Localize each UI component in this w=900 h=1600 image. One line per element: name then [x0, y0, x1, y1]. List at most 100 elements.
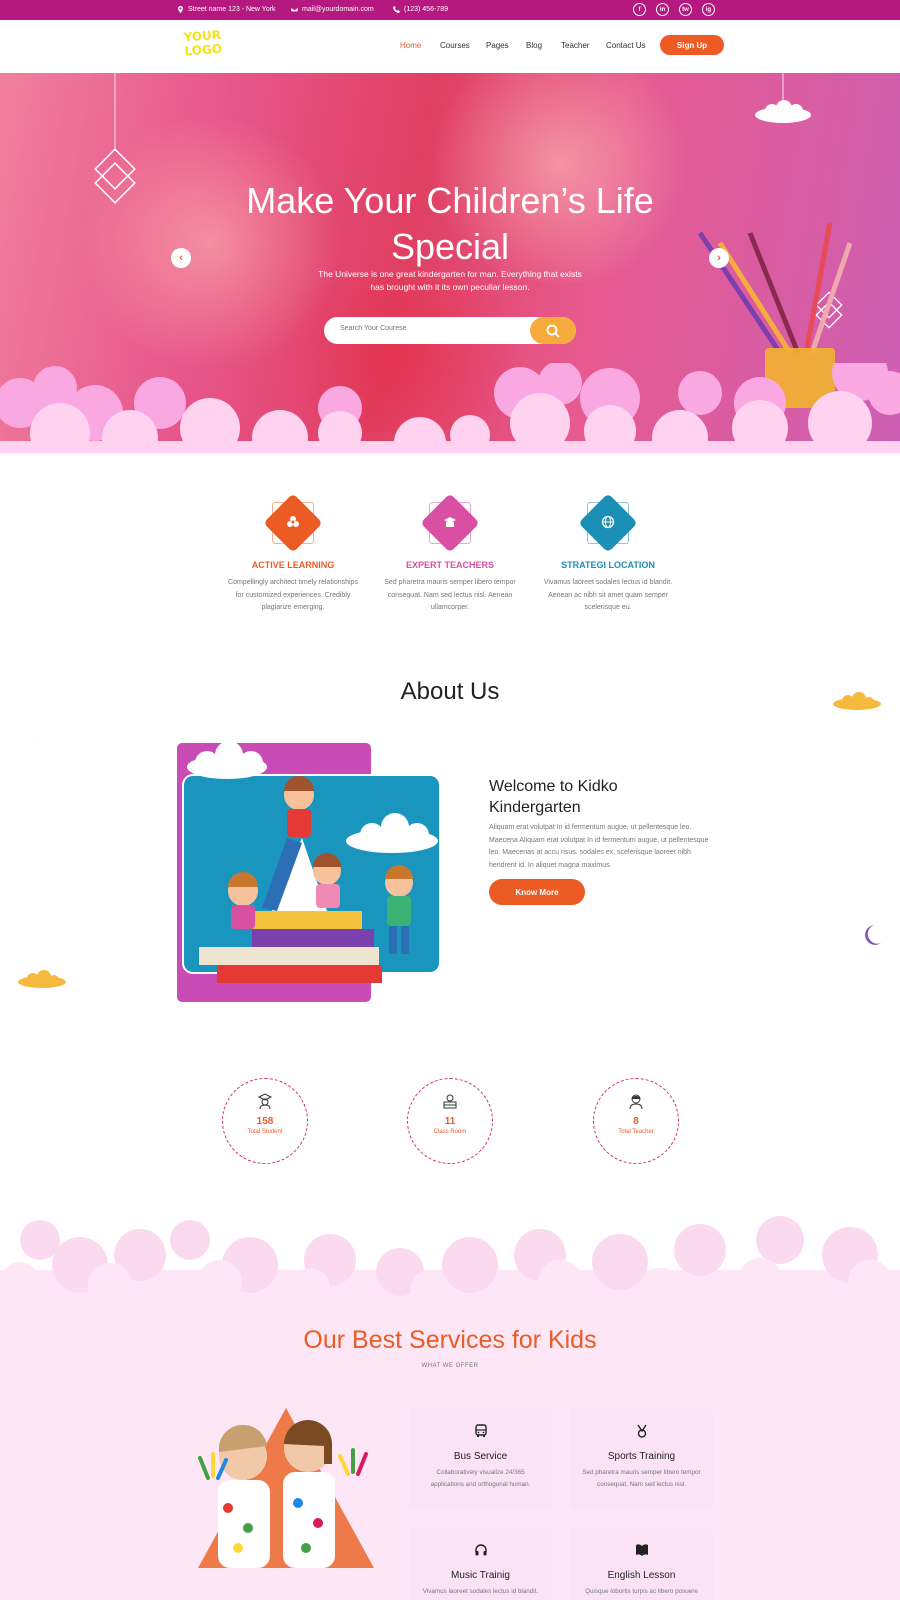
stat-total-teacher: 8 Total Teacher: [593, 1078, 679, 1164]
site-logo[interactable]: YOUR LOGO: [183, 28, 222, 59]
linkedin-icon[interactable]: in: [656, 3, 669, 16]
chevron-right-icon: ›: [717, 252, 721, 264]
search-icon: [546, 324, 560, 338]
slider-next-button[interactable]: ›: [709, 248, 729, 268]
cloud-decoration: [18, 970, 66, 988]
feature-expert-teachers: EXPERT TEACHERS Sed pharetra mauris semp…: [380, 493, 520, 615]
feature-icon-badge: [578, 493, 638, 553]
course-search-input[interactable]: [340, 325, 520, 332]
service-card-sports[interactable]: Sports Training Sed pharetra mauris semp…: [570, 1408, 713, 1508]
feature-text: Compellingly architect timely relationsh…: [228, 579, 358, 611]
kids-painted-hands-photo: [198, 1408, 374, 1568]
nav-courses[interactable]: Courses: [440, 41, 470, 50]
nav-teacher[interactable]: Teacher: [561, 41, 589, 50]
hero-title-line-1: Make Your Children’s Life: [246, 180, 654, 221]
service-card-music[interactable]: Music Trainig Vivamus laoreet sodales le…: [409, 1527, 552, 1600]
map-pin-icon: [178, 6, 183, 13]
hero-clouds-decoration: [0, 363, 900, 453]
feature-icon-badge: [263, 493, 323, 553]
moon-decoration: [865, 925, 881, 945]
classroom-icon: [443, 1094, 457, 1109]
feature-strategi-location: STRATEGI LOCATION Vivamus laoreet sodale…: [538, 493, 678, 615]
know-more-button[interactable]: Know More: [489, 879, 585, 905]
main-nav: YOUR LOGO Home Courses Pages Blog Teache…: [0, 20, 900, 73]
feature-title: ACTIVE LEARNING: [251, 560, 335, 570]
service-card-text: Vivamus laoreet sodales lectus id blandi…: [422, 1588, 539, 1595]
hanging-cloud-decoration: [755, 73, 811, 123]
kids-reading-illustration: [177, 743, 440, 1002]
feature-title: STRATEGI LOCATION: [561, 560, 655, 570]
about-heading-line-1: Welcome to Kidko: [489, 778, 618, 795]
course-search: [324, 317, 576, 344]
hero-subtitle: The Universe is one great kindergarten f…: [310, 268, 590, 294]
about-heading-line-2: Kindergarten: [489, 799, 581, 816]
slider-prev-button[interactable]: ‹: [171, 248, 191, 268]
feature-title: EXPERT TEACHERS: [405, 560, 494, 570]
feature-icon-badge: [420, 493, 480, 553]
instagram-icon[interactable]: ig: [702, 3, 715, 16]
nav-blog[interactable]: Blog: [526, 41, 542, 50]
email-info[interactable]: mail@yourdomain.com: [291, 6, 374, 13]
services-subtitle: WHAT WE OFFER: [421, 1363, 479, 1369]
twitter-icon[interactable]: tw: [679, 3, 692, 16]
service-card-title: English Lesson: [607, 1570, 676, 1581]
search-button[interactable]: [530, 317, 576, 344]
stat-label: Total Student: [247, 1129, 283, 1135]
facebook-icon[interactable]: f: [633, 3, 646, 16]
stat-value: 8: [633, 1116, 639, 1127]
stat-label: Class Room: [433, 1129, 467, 1135]
stat-total-student: 158 Total Student: [222, 1078, 308, 1164]
feature-text: Sed pharetra mauris semper libero tempor…: [384, 579, 516, 611]
nav-contact-us[interactable]: Contact Us: [606, 41, 646, 50]
stat-value: 11: [444, 1116, 456, 1127]
address-info: Street name 123 - New York: [177, 6, 276, 13]
student-icon: [257, 1093, 273, 1110]
headphones-icon: [474, 1544, 487, 1556]
graduate-icon: [444, 517, 456, 527]
hero-title-line-2: Special: [390, 226, 510, 267]
address-text: Street name 123 - New York: [188, 6, 276, 13]
mail-icon: [291, 7, 298, 12]
sign-up-button[interactable]: Sign Up: [660, 35, 724, 55]
globe-icon: [601, 515, 615, 529]
nav-pages[interactable]: Pages: [486, 41, 509, 50]
atom-icon: [287, 516, 299, 527]
phone-info[interactable]: (123) 456-789: [393, 6, 448, 13]
stat-value: 158: [256, 1116, 274, 1127]
service-card-bus[interactable]: Bus Service Collaboratively visualize 24…: [409, 1408, 552, 1508]
cloud-decoration: [833, 692, 881, 710]
top-bar: Street name 123 - New York mail@yourdoma…: [0, 0, 900, 20]
email-text[interactable]: mail@yourdomain.com: [302, 6, 374, 13]
service-card-title: Bus Service: [453, 1451, 508, 1462]
hanging-diamond-decoration: [94, 73, 136, 204]
hero-banner: Make Your Children’s Life Special The Un…: [0, 73, 900, 453]
service-card-text: Quisque lobortis turpis ac libero posuer…: [585, 1588, 698, 1595]
services-title: Our Best Services for Kids: [303, 1326, 597, 1354]
hero-subtitle-line-1: The Universe is one great kindergarten f…: [318, 269, 582, 279]
feature-active-learning: ACTIVE LEARNING Compellingly architect t…: [223, 493, 363, 615]
bus-icon: [474, 1424, 487, 1437]
service-card-text: Sed pharetra mauris semper libero tempor…: [582, 1469, 701, 1488]
service-card-text: Collaboratively visualize 24/365 applica…: [430, 1469, 531, 1488]
phone-icon: [393, 6, 400, 13]
moon-decoration: [29, 737, 52, 769]
about-title: About Us: [400, 678, 500, 705]
chevron-left-icon: ‹: [179, 252, 183, 264]
hero-subtitle-line-2: has brought with it its own peculiar les…: [370, 282, 530, 292]
service-card-title: Music Trainig: [451, 1570, 510, 1581]
book-icon: [635, 1544, 648, 1556]
stat-class-room: 11 Class Room: [407, 1078, 493, 1164]
about-heading: Welcome to Kidko Kindergarten: [489, 776, 729, 818]
social-links: f in tw ig: [633, 3, 715, 16]
logo-line-2: LOGO: [184, 41, 223, 59]
nav-home[interactable]: Home: [400, 41, 421, 50]
service-card-english[interactable]: English Lesson Quisque lobortis turpis a…: [570, 1527, 713, 1600]
teacher-icon: [629, 1094, 643, 1110]
service-card-title: Sports Training: [607, 1451, 676, 1462]
stat-label: Total Teacher: [618, 1129, 654, 1135]
phone-text[interactable]: (123) 456-789: [404, 6, 448, 13]
hero-title: Make Your Children’s Life Special: [200, 178, 700, 270]
medal-icon: [636, 1424, 647, 1438]
feature-text: Vivamus laoreet sodales lectus id blandi…: [543, 579, 673, 611]
about-text: Aliquam erat volutpat In id fermentum au…: [489, 824, 709, 869]
